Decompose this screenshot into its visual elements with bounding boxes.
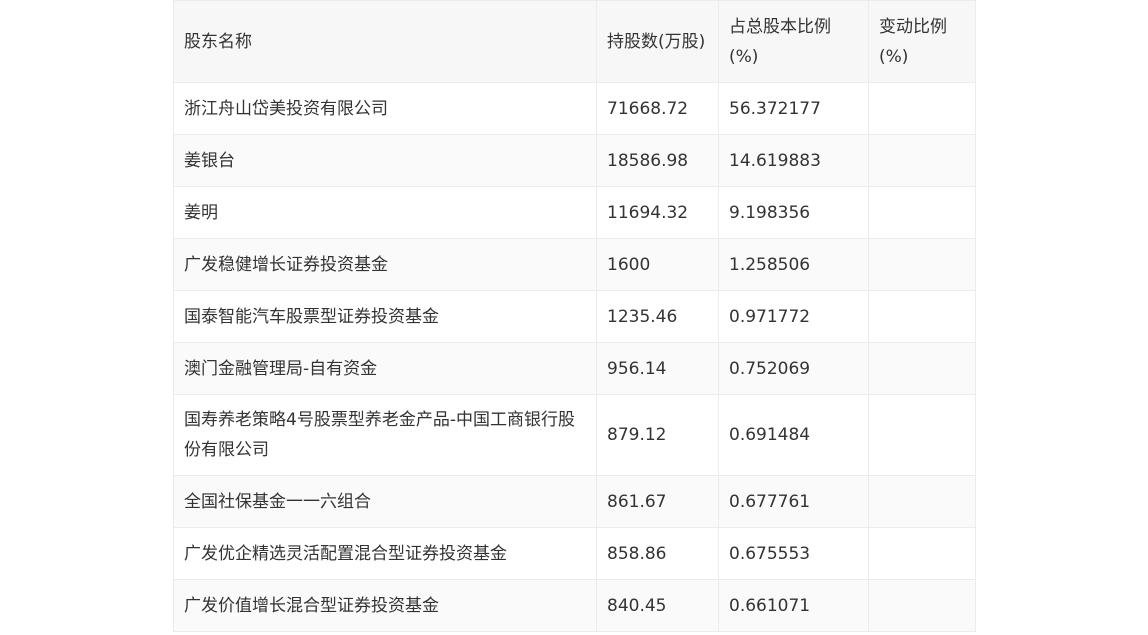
cell-change-ratio [868,82,976,135]
cell-shareholder-name: 姜明 [173,186,597,239]
header-shares-held: 持股数(万股) [596,0,719,83]
cell-shares-held: 11694.32 [596,186,719,239]
cell-shares-held: 1235.46 [596,290,719,343]
table-row: 广发优企精选灵活配置混合型证券投资基金 858.86 0.675553 [173,527,976,580]
cell-shareholder-name: 广发稳健增长证券投资基金 [173,238,597,291]
table-row: 国泰智能汽车股票型证券投资基金 1235.46 0.971772 [173,290,976,343]
cell-shareholder-name: 广发优企精选灵活配置混合型证券投资基金 [173,527,597,580]
cell-shareholder-name: 姜银台 [173,134,597,187]
cell-change-ratio [868,238,976,291]
header-share-ratio: 占总股本比例(%) [718,0,869,83]
cell-change-ratio [868,394,976,476]
table-row: 澳门金融管理局-自有资金 956.14 0.752069 [173,342,976,395]
cell-shares-held: 1600 [596,238,719,291]
table-row: 姜明 11694.32 9.198356 [173,186,976,239]
table-row: 姜银台 18586.98 14.619883 [173,134,976,187]
cell-share-ratio: 0.675553 [718,527,869,580]
cell-share-ratio: 0.691484 [718,394,869,476]
cell-shares-held: 840.45 [596,579,719,632]
cell-change-ratio [868,134,976,187]
cell-shareholder-name: 广发价值增长混合型证券投资基金 [173,579,597,632]
cell-share-ratio: 0.752069 [718,342,869,395]
cell-change-ratio [868,290,976,343]
cell-shareholder-name: 国寿养老策略4号股票型养老金产品-中国工商银行股份有限公司 [173,394,597,476]
cell-shareholder-name: 国泰智能汽车股票型证券投资基金 [173,290,597,343]
cell-share-ratio: 1.258506 [718,238,869,291]
cell-shares-held: 71668.72 [596,82,719,135]
cell-share-ratio: 0.661071 [718,579,869,632]
table-row: 广发价值增长混合型证券投资基金 840.45 0.661071 [173,579,976,632]
table-row: 全国社保基金一一六组合 861.67 0.677761 [173,475,976,528]
cell-share-ratio: 56.372177 [718,82,869,135]
cell-shares-held: 879.12 [596,394,719,476]
cell-share-ratio: 14.619883 [718,134,869,187]
cell-change-ratio [868,475,976,528]
cell-share-ratio: 9.198356 [718,186,869,239]
cell-change-ratio [868,342,976,395]
cell-change-ratio [868,186,976,239]
cell-shares-held: 858.86 [596,527,719,580]
table-header-row: 股东名称 持股数(万股) 占总股本比例(%) 变动比例(%) [173,0,976,83]
cell-change-ratio [868,579,976,632]
cell-shareholder-name: 澳门金融管理局-自有资金 [173,342,597,395]
cell-shares-held: 956.14 [596,342,719,395]
cell-share-ratio: 0.677761 [718,475,869,528]
shareholder-table-container: 股东名称 持股数(万股) 占总股本比例(%) 变动比例(%) 浙江舟山岱美投资有… [173,0,976,632]
cell-shares-held: 861.67 [596,475,719,528]
table-row: 国寿养老策略4号股票型养老金产品-中国工商银行股份有限公司 879.12 0.6… [173,394,976,476]
cell-shareholder-name: 浙江舟山岱美投资有限公司 [173,82,597,135]
table-row: 浙江舟山岱美投资有限公司 71668.72 56.372177 [173,82,976,135]
cell-shares-held: 18586.98 [596,134,719,187]
cell-share-ratio: 0.971772 [718,290,869,343]
shareholder-table: 股东名称 持股数(万股) 占总股本比例(%) 变动比例(%) 浙江舟山岱美投资有… [173,0,976,632]
cell-change-ratio [868,527,976,580]
header-shareholder-name: 股东名称 [173,0,597,83]
table-row: 广发稳健增长证券投资基金 1600 1.258506 [173,238,976,291]
cell-shareholder-name: 全国社保基金一一六组合 [173,475,597,528]
header-change-ratio: 变动比例(%) [868,0,976,83]
